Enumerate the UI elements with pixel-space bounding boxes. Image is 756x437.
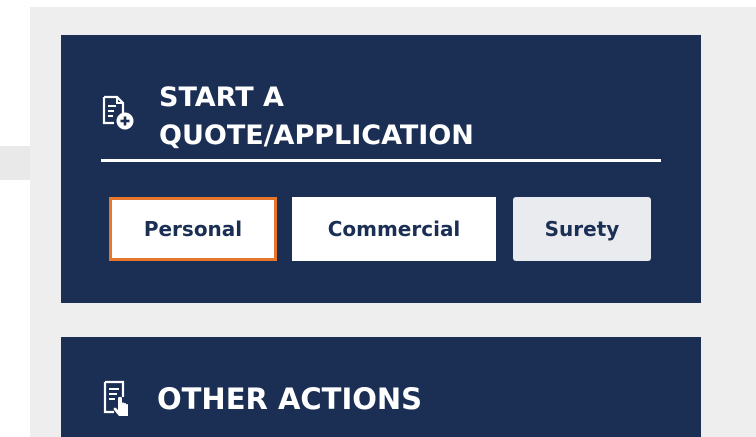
document-pointer-icon	[103, 380, 128, 416]
document-add-icon	[102, 95, 134, 130]
other-actions-header: OTHER ACTIONS	[101, 379, 422, 419]
left-panel-band	[0, 146, 30, 180]
other-actions-card: OTHER ACTIONS	[61, 337, 701, 437]
top-panel-edge	[30, 0, 756, 7]
start-quote-title-line1: START A	[159, 82, 284, 113]
commercial-button[interactable]: Commercial	[292, 197, 496, 261]
title-divider	[101, 159, 661, 162]
start-quote-card: START A QUOTE/APPLICATION Personal Comme…	[61, 35, 701, 303]
other-actions-title: OTHER ACTIONS	[157, 382, 423, 416]
start-quote-title-line2: QUOTE/APPLICATION	[159, 120, 474, 151]
start-quote-header: START A QUOTE/APPLICATION	[101, 79, 559, 155]
left-panel-edge	[0, 0, 30, 437]
quote-type-buttons: Personal Commercial Surety	[109, 197, 651, 261]
start-quote-title: START A QUOTE/APPLICATION	[159, 79, 559, 155]
personal-button[interactable]: Personal	[109, 197, 277, 261]
surety-button[interactable]: Surety	[513, 197, 651, 261]
page: START A QUOTE/APPLICATION Personal Comme…	[0, 0, 756, 437]
